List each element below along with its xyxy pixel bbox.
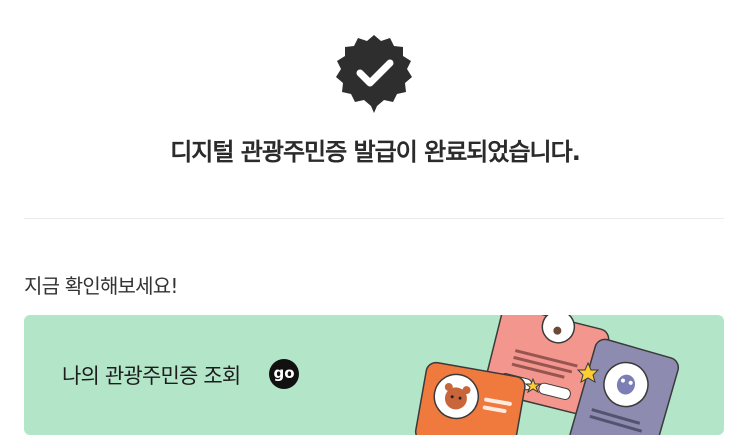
divider — [24, 218, 724, 219]
my-tourist-id-lookup-banner[interactable]: 나의 관광주민증 조회 go — [24, 315, 724, 435]
id-cards-illustration — [414, 315, 680, 435]
issuance-complete-page: 디지털 관광주민증 발급이 완료되었습니다. 지금 확인해보세요! 나의 관광주… — [0, 0, 732, 444]
banner-label: 나의 관광주민증 조회 — [62, 364, 241, 388]
check-badge-icon — [333, 32, 415, 114]
completion-message: 디지털 관광주민증 발급이 완료되었습니다. — [170, 138, 581, 166]
go-icon: go — [269, 359, 299, 389]
section-heading: 지금 확인해보세요! — [24, 274, 178, 298]
